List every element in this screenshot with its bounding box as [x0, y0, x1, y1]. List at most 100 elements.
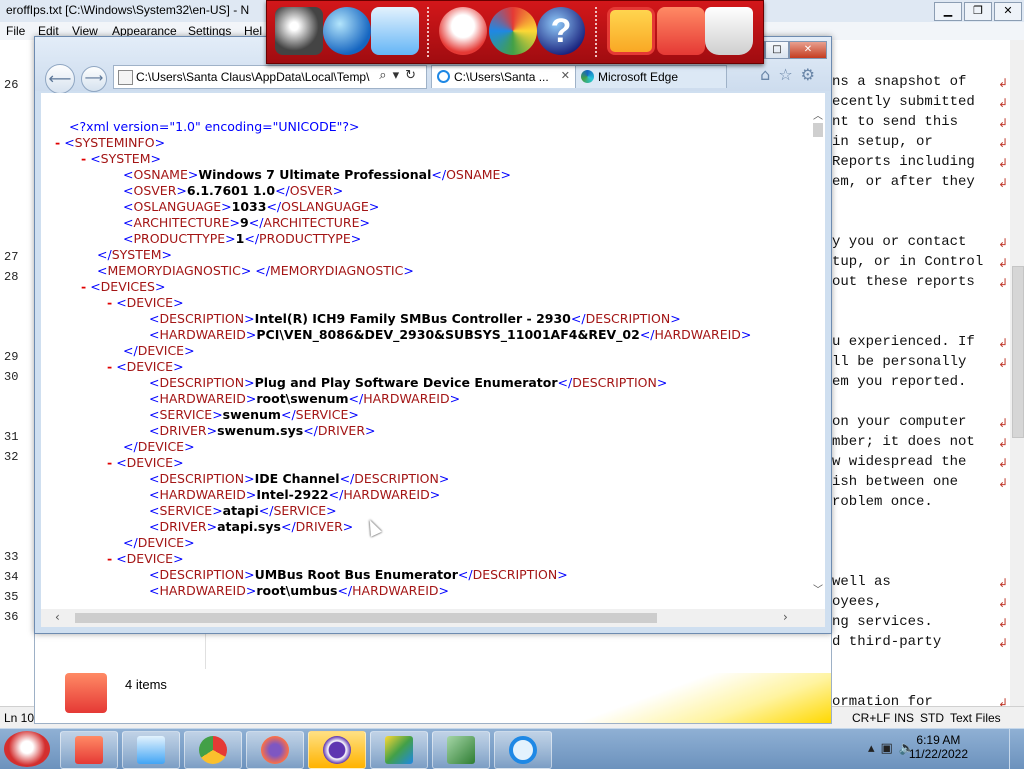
- text-line: ns a snapshot of: [832, 74, 967, 90]
- word-wrap-icon: ↲: [998, 336, 1009, 350]
- line-number: 32: [4, 450, 19, 464]
- explorer-nav-pane: [45, 633, 206, 669]
- folder-icon[interactable]: [657, 7, 705, 55]
- search-icon[interactable]: ⌕: [379, 68, 392, 83]
- chevron-down-icon[interactable]: ▾: [393, 68, 406, 83]
- word-wrap-icon: ↲: [998, 436, 1009, 450]
- xml-line[interactable]: - <DEVICE>: [107, 551, 184, 567]
- media-player-icon: [137, 736, 165, 764]
- text-line: mber; it does not: [832, 434, 975, 450]
- scroll-thumb[interactable]: [75, 613, 657, 623]
- minimize-button[interactable]: ▁: [934, 2, 962, 21]
- recycle-bin-icon[interactable]: [705, 7, 753, 55]
- taskbar-ie[interactable]: [494, 731, 552, 769]
- maximize-button[interactable]: □: [765, 41, 789, 59]
- text-line: tup, or in Control: [832, 254, 984, 270]
- computer-santa-icon[interactable]: [275, 7, 323, 55]
- editor-vertical-scrollbar[interactable]: [1010, 40, 1024, 706]
- status-filetype: Text Files: [950, 711, 1001, 725]
- taskbar-firefox[interactable]: [246, 731, 304, 769]
- text-line: nt to send this: [832, 114, 959, 130]
- network-icon[interactable]: ▣: [881, 741, 899, 756]
- page-icon: [118, 70, 133, 85]
- chevron-up-icon[interactable]: ︿: [811, 107, 825, 122]
- word-wrap-icon: ↲: [998, 696, 1009, 706]
- tab-active[interactable]: C:\Users\Santa ... ✕: [431, 65, 577, 88]
- word-wrap-icon: ↲: [998, 416, 1009, 430]
- address-tools: ⌕▾↻: [379, 68, 422, 83]
- taskbar-app[interactable]: [370, 731, 428, 769]
- xml-line[interactable]: - <DEVICE>: [107, 455, 184, 471]
- gift-icon[interactable]: [607, 7, 655, 55]
- taskbar-chrome[interactable]: [184, 731, 242, 769]
- clock-time: 6:19 AM: [916, 733, 961, 747]
- chevron-up-icon[interactable]: ▴: [868, 741, 881, 756]
- app-dock: ?: [266, 0, 764, 64]
- menu-file[interactable]: File: [6, 24, 25, 38]
- taskbar-security[interactable]: [308, 731, 366, 769]
- firefox-icon: [261, 736, 289, 764]
- colorful-shield-icon[interactable]: [489, 7, 537, 55]
- refresh-icon[interactable]: ↻: [405, 68, 422, 83]
- maximize-button[interactable]: ❐: [964, 2, 992, 21]
- close-button[interactable]: ✕: [789, 41, 827, 59]
- address-bar[interactable]: C:\Users\Santa Claus\AppData\Local\Temp\…: [113, 65, 427, 89]
- gear-icon[interactable]: ⚙: [801, 65, 823, 84]
- xml-line[interactable]: - <DEVICE>: [107, 359, 184, 375]
- xml-line: <HARDWAREID>root\umbus</HARDWAREID>: [149, 583, 450, 598]
- xml-line[interactable]: - <SYSTEMINFO>: [55, 135, 165, 151]
- edge-icon: [581, 70, 594, 83]
- taskbar-explorer[interactable]: [60, 731, 118, 769]
- xml-line: <PRODUCTTYPE>1</PRODUCTTYPE>: [123, 231, 362, 246]
- xml-line[interactable]: - <DEVICE>: [107, 295, 184, 311]
- ie-icon: [437, 70, 450, 83]
- chevron-down-icon[interactable]: ﹀: [811, 581, 825, 596]
- control-panel-icon[interactable]: [371, 7, 419, 55]
- snowman-icon[interactable]: [439, 7, 487, 55]
- scroll-thumb[interactable]: [813, 123, 823, 137]
- forward-arrow-icon[interactable]: ⟶: [81, 66, 107, 92]
- chevron-left-icon[interactable]: ‹: [55, 610, 60, 624]
- word-wrap-icon: ↲: [998, 636, 1009, 650]
- content-vertical-scrollbar[interactable]: ︿ ﹀: [811, 93, 825, 609]
- line-number: 27: [4, 250, 19, 264]
- globe-icon[interactable]: [323, 7, 371, 55]
- chevron-right-icon[interactable]: ›: [783, 610, 788, 624]
- editor-text-area[interactable]: ns a snapshot of ↲ ecently submitted ↲ nt to…: [830, 40, 1010, 706]
- close-tab-icon[interactable]: ✕: [561, 69, 570, 82]
- line-number: 34: [4, 570, 19, 584]
- text-line: out these reports: [832, 274, 975, 290]
- line-number: 28: [4, 270, 19, 284]
- xml-line: <MEMORYDIAGNOSTIC> </MEMORYDIAGNOSTIC>: [97, 263, 414, 278]
- xml-line[interactable]: - <SYSTEM>: [81, 151, 161, 167]
- taskbar-media[interactable]: [122, 731, 180, 769]
- xml-line: <SERVICE>atapi</SERVICE>: [149, 503, 337, 518]
- star-icon[interactable]: ☆: [778, 65, 800, 84]
- back-arrow-icon[interactable]: ⟵: [45, 64, 75, 94]
- xml-line: <OSNAME>Windows 7 Ultimate Professional<…: [123, 167, 511, 182]
- content-horizontal-scrollbar[interactable]: ‹ ›: [41, 609, 825, 627]
- status-std: STD: [920, 711, 944, 725]
- folder-icon: [75, 736, 103, 764]
- close-button[interactable]: ✕: [994, 2, 1022, 21]
- text-line: ng services.: [832, 614, 933, 630]
- dock-separator: [595, 7, 599, 57]
- xml-content-area[interactable]: <?xml version="1.0" encoding="UNICODE"?>…: [41, 93, 811, 609]
- text-line: in setup, or: [832, 134, 933, 150]
- help-icon[interactable]: ?: [537, 7, 585, 55]
- line-number: 30: [4, 370, 19, 384]
- scroll-thumb[interactable]: [1012, 266, 1024, 438]
- start-button[interactable]: [4, 731, 50, 767]
- word-wrap-icon: ↲: [998, 616, 1009, 630]
- taskbar-notes[interactable]: [432, 731, 490, 769]
- word-wrap-icon: ↲: [998, 276, 1009, 290]
- taskbar-clock[interactable]: 6:19 AM 11/22/2022: [909, 733, 968, 761]
- show-desktop-button[interactable]: [1009, 729, 1024, 769]
- xml-line: <SERVICE>swenum</SERVICE>: [149, 407, 359, 422]
- xml-line[interactable]: - <DEVICES>: [81, 279, 165, 295]
- address-text[interactable]: C:\Users\Santa Claus\AppData\Local\Temp\: [136, 70, 370, 84]
- tab-microsoft-edge[interactable]: Microsoft Edge: [575, 65, 727, 88]
- home-icon[interactable]: ⌂: [760, 65, 778, 84]
- xml-line: <ARCHITECTURE>9</ARCHITECTURE>: [123, 215, 370, 230]
- line-number: 26: [4, 78, 19, 92]
